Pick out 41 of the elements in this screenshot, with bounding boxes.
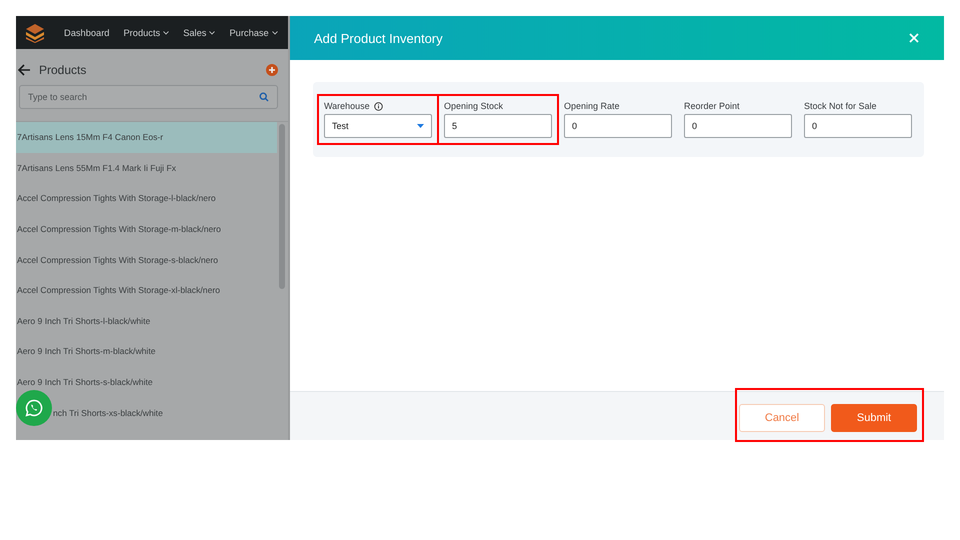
product-list-item[interactable]: 7Artisans Lens 55Mm F1.4 Mark Ii Fuji Fx [16, 152, 277, 184]
caret-icon [417, 124, 424, 128]
chat-bubble-icon [24, 398, 44, 418]
product-list-item[interactable]: nch Tri Shorts-xs-black/white [52, 397, 277, 428]
field-label: Reorder Point [684, 101, 740, 111]
product-list-item[interactable]: Accel Compression Tights With Storage-xl-black/nero [16, 274, 277, 306]
field-label: Opening Rate [564, 101, 620, 111]
product-list-item[interactable]: Accel Compression Tights With Storage-l-black/nero [16, 183, 277, 214]
field-label: Opening Stock [444, 101, 504, 111]
submit-button[interactable]: Submit [831, 404, 917, 432]
input-field[interactable]: 0 [684, 114, 792, 138]
search-icon[interactable] [259, 92, 269, 102]
nav-item[interactable]: Products [123, 28, 160, 38]
product-list-item[interactable]: Aero 9 Inch Tri Shorts-m-black/white [16, 336, 277, 367]
close-icon[interactable] [908, 32, 920, 44]
nav-item[interactable]: Purchase [229, 28, 269, 38]
input-field[interactable]: 0 [804, 114, 912, 138]
product-list-item[interactable]: Accel Compression Tights With Storage-s-black/nero [16, 244, 277, 275]
search-field[interactable]: Type to search [19, 85, 278, 109]
logo-icon [24, 22, 46, 44]
chevron-down-icon[interactable] [209, 30, 216, 34]
product-list-item[interactable]: Aero 9 Inch Tri Shorts-s-black/white [16, 366, 277, 398]
nav-item[interactable]: Dashboard [64, 28, 110, 38]
nav-item[interactable]: Sales [183, 28, 206, 38]
field-label: Warehouse [324, 101, 370, 111]
input-field[interactable]: 5 [444, 114, 552, 138]
add-icon[interactable] [266, 64, 278, 76]
product-list-item[interactable]: Accel Compression Tights With Storage-m-black/nero [16, 214, 277, 244]
warehouse-select[interactable]: Test [324, 114, 432, 138]
input-field[interactable]: 0 [564, 114, 672, 138]
scrollbar-thumb[interactable] [279, 124, 285, 289]
chevron-down-icon[interactable] [272, 30, 278, 34]
field-label: Stock Not for Sale [804, 101, 877, 111]
cancel-button[interactable]: Cancel [739, 404, 825, 432]
modal-title: Add Product Inventory [314, 30, 444, 46]
panel-title: Products [39, 63, 88, 77]
chat-button[interactable] [16, 390, 52, 426]
back-arrow-icon[interactable] [18, 64, 31, 76]
chevron-down-icon[interactable] [163, 30, 170, 34]
product-list-item[interactable]: Aero 9 Inch Tri Shorts-l-black/white [16, 306, 277, 336]
product-list-item[interactable]: 7Artisans Lens 15Mm F4 Canon Eos-r [16, 122, 277, 153]
